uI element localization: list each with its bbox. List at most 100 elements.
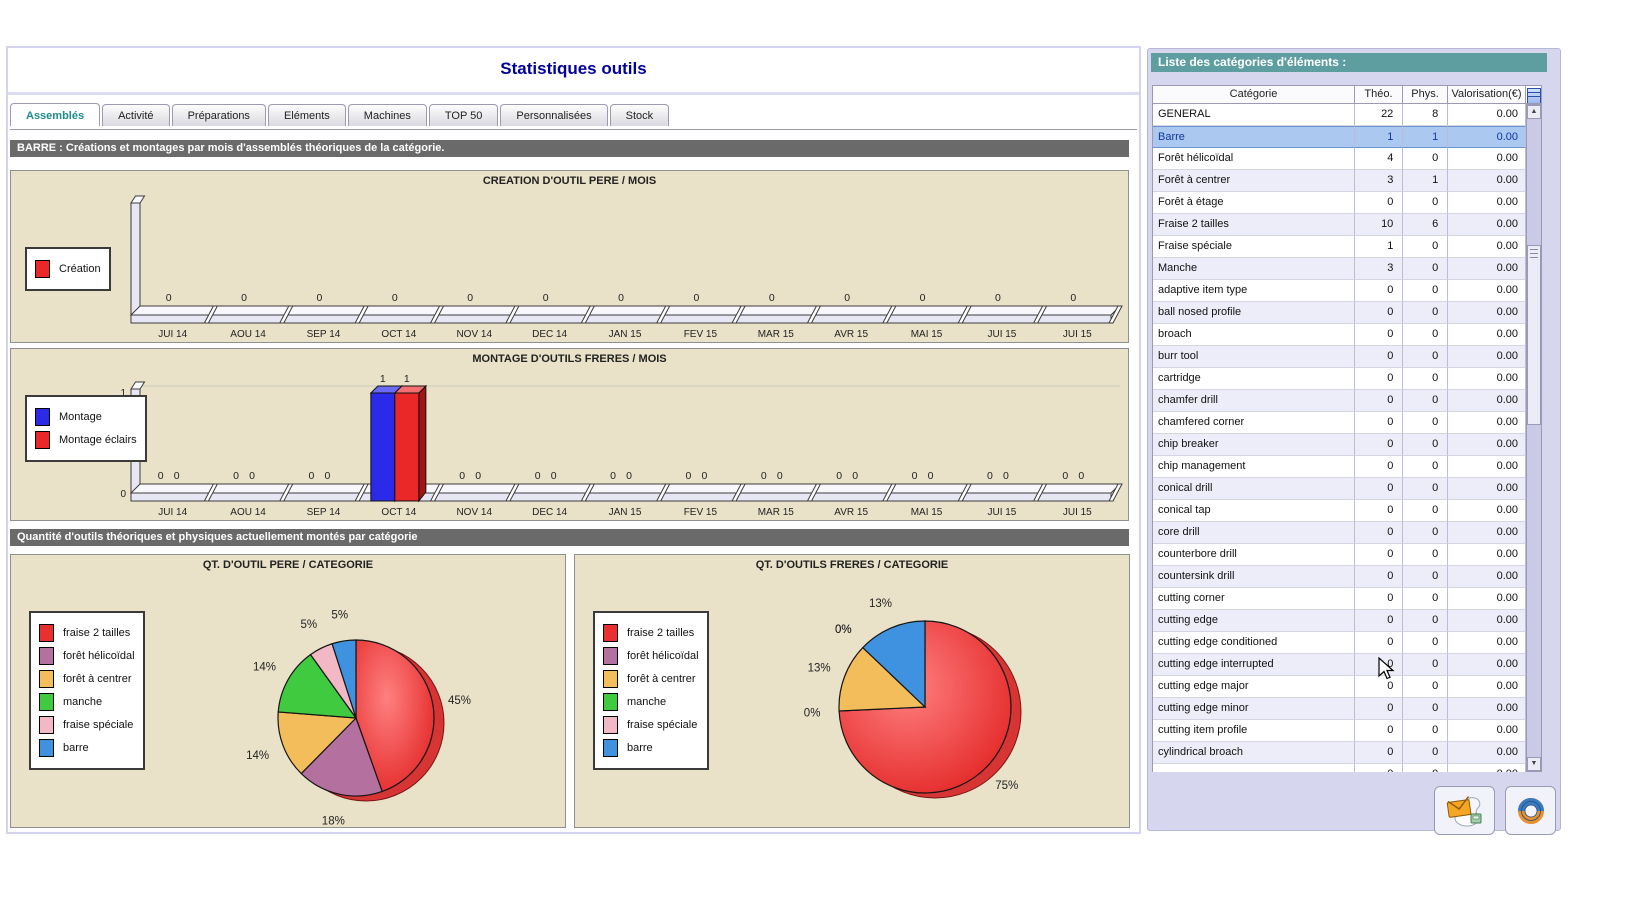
svg-text:JAN 15: JAN 15: [609, 329, 642, 340]
svg-text:DEC 14: DEC 14: [532, 507, 567, 518]
svg-text:0%: 0%: [835, 624, 852, 636]
table-row[interactable]: broach000.00: [1153, 324, 1526, 346]
table-row[interactable]: Barre110.00: [1153, 126, 1526, 148]
theo-cell: 0: [1355, 566, 1403, 588]
legend-label: manche: [63, 696, 102, 708]
theo-cell: 0: [1355, 346, 1403, 368]
table-row[interactable]: core drill000.00: [1153, 522, 1526, 544]
table-row[interactable]: cutting corner000.00: [1153, 588, 1526, 610]
valorisation-cell: 0.00: [1448, 236, 1526, 258]
tab-stock[interactable]: Stock: [610, 104, 670, 126]
table-row[interactable]: cylindrical broach000.00: [1153, 742, 1526, 764]
sync-ring-icon: [1516, 796, 1546, 826]
table-row[interactable]: Manche300.00: [1153, 258, 1526, 280]
phys-cell: 0: [1403, 192, 1448, 214]
valorisation-cell: 0.00: [1448, 346, 1526, 368]
svg-text:JUI 15: JUI 15: [1063, 507, 1092, 518]
svg-text:JUI 15: JUI 15: [987, 329, 1016, 340]
tab-machines[interactable]: Machines: [348, 104, 427, 126]
table-row[interactable]: chamfer drill000.00: [1153, 390, 1526, 412]
svg-text:JUI 15: JUI 15: [1063, 329, 1092, 340]
svg-text:0: 0: [693, 292, 699, 304]
table-row[interactable]: chip management000.00: [1153, 456, 1526, 478]
valorisation-cell: 0.00: [1448, 544, 1526, 566]
column-header-3[interactable]: Valorisation(€): [1448, 85, 1526, 104]
table-row[interactable]: GENERAL2280.00: [1153, 104, 1526, 126]
categories-table-body: GENERAL2280.00Barre110.00Forêt hélicoïda…: [1152, 104, 1526, 772]
category-cell: cutting edge minor: [1153, 698, 1355, 720]
table-row[interactable]: cutting edge conditioned000.00: [1153, 632, 1526, 654]
legend-swatch: [39, 624, 54, 642]
table-row[interactable]: cutting edge interrupted000.00: [1153, 654, 1526, 676]
svg-text:NOV 14: NOV 14: [456, 507, 492, 518]
table-row[interactable]: burr tool000.00: [1153, 346, 1526, 368]
montage-chart-legend: MontageMontage éclairs: [25, 395, 147, 462]
table-row[interactable]: Fraise spéciale100.00: [1153, 236, 1526, 258]
theo-cell: 0: [1355, 544, 1403, 566]
theo-cell: 0: [1355, 324, 1403, 346]
table-grid-icon: [1527, 88, 1541, 104]
column-header-2[interactable]: Phys.: [1403, 85, 1448, 104]
table-row[interactable]: cutting edge000.00: [1153, 610, 1526, 632]
legend-label: fraise spéciale: [627, 719, 697, 731]
scroll-down-button[interactable]: ▼: [1527, 757, 1541, 771]
refresh-button[interactable]: [1505, 786, 1556, 835]
table-row[interactable]: cutting edge minor000.00: [1153, 698, 1526, 720]
table-row[interactable]: conical tap000.00: [1153, 500, 1526, 522]
legend-item: fraise spéciale: [603, 716, 699, 734]
table-row[interactable]: counterbore drill000.00: [1153, 544, 1526, 566]
svg-text:0: 0: [166, 292, 172, 304]
table-row[interactable]: Forêt hélicoïdal400.00: [1153, 148, 1526, 170]
svg-text:JUI 14: JUI 14: [158, 507, 187, 518]
table-row[interactable]: cartridge000.00: [1153, 368, 1526, 390]
tab-activité[interactable]: Activité: [102, 104, 169, 126]
svg-text:0: 0: [987, 470, 993, 482]
category-cell: chip management: [1153, 456, 1355, 478]
montage-bar-chart: 00JUI 1400AOU 1400SEP 1411OCT 1400NOV 14…: [10, 348, 1129, 521]
scrollbar-thumb[interactable]: [1527, 245, 1541, 425]
valorisation-cell: 0.00: [1448, 148, 1526, 170]
svg-text:DEC 14: DEC 14: [532, 329, 567, 340]
column-header-0[interactable]: Catégorie: [1152, 85, 1355, 104]
phys-cell: 0: [1403, 522, 1448, 544]
column-options-button[interactable]: [1526, 85, 1542, 104]
table-row[interactable]: Forêt à étage000.00: [1153, 192, 1526, 214]
table-row[interactable]: Fraise 2 tailles1060.00: [1153, 214, 1526, 236]
svg-text:13%: 13%: [869, 598, 892, 610]
tab-assemblés[interactable]: Assemblés: [10, 103, 100, 126]
table-row[interactable]: cutting edge major000.00: [1153, 676, 1526, 698]
table-row[interactable]: chamfered corner000.00: [1153, 412, 1526, 434]
category-cell: [1153, 764, 1355, 772]
export-mail-button[interactable]: [1434, 786, 1495, 835]
valorisation-cell: 0.00: [1448, 280, 1526, 302]
table-row[interactable]: Forêt à centrer310.00: [1153, 170, 1526, 192]
scroll-up-button[interactable]: ▲: [1527, 105, 1541, 119]
svg-text:75%: 75%: [995, 780, 1018, 792]
svg-text:OCT 14: OCT 14: [381, 507, 416, 518]
tab-top-50[interactable]: TOP 50: [429, 104, 499, 126]
phys-cell: 0: [1403, 764, 1448, 772]
svg-text:45%: 45%: [448, 695, 471, 707]
table-row[interactable]: conical drill000.00: [1153, 478, 1526, 500]
pere-pie-title: QT. D'OUTIL PERE / CATEGORIE: [11, 559, 565, 571]
tab-personnalisées[interactable]: Personnalisées: [500, 104, 607, 126]
tab-préparations[interactable]: Préparations: [172, 104, 266, 126]
table-row[interactable]: ball nosed profile000.00: [1153, 302, 1526, 324]
category-cell: Barre: [1153, 126, 1355, 148]
table-row[interactable]: chip breaker000.00: [1153, 434, 1526, 456]
legend-label: manche: [627, 696, 666, 708]
svg-text:AVR 15: AVR 15: [834, 329, 868, 340]
table-row[interactable]: adaptive item type000.00: [1153, 280, 1526, 302]
svg-text:0: 0: [836, 470, 842, 482]
legend-swatch: [35, 260, 50, 278]
legend-item: fraise 2 tailles: [603, 624, 699, 642]
tab-eléments[interactable]: Eléments: [268, 104, 346, 126]
table-row[interactable]: 000.00: [1153, 764, 1526, 772]
category-cell: cylindrical broach: [1153, 742, 1355, 764]
table-scrollbar[interactable]: ▲ ▼: [1526, 104, 1542, 772]
column-header-1[interactable]: Théo.: [1355, 85, 1403, 104]
valorisation-cell: 0.00: [1448, 192, 1526, 214]
table-row[interactable]: countersink drill000.00: [1153, 566, 1526, 588]
valorisation-cell: 0.00: [1448, 368, 1526, 390]
table-row[interactable]: cutting item profile000.00: [1153, 720, 1526, 742]
